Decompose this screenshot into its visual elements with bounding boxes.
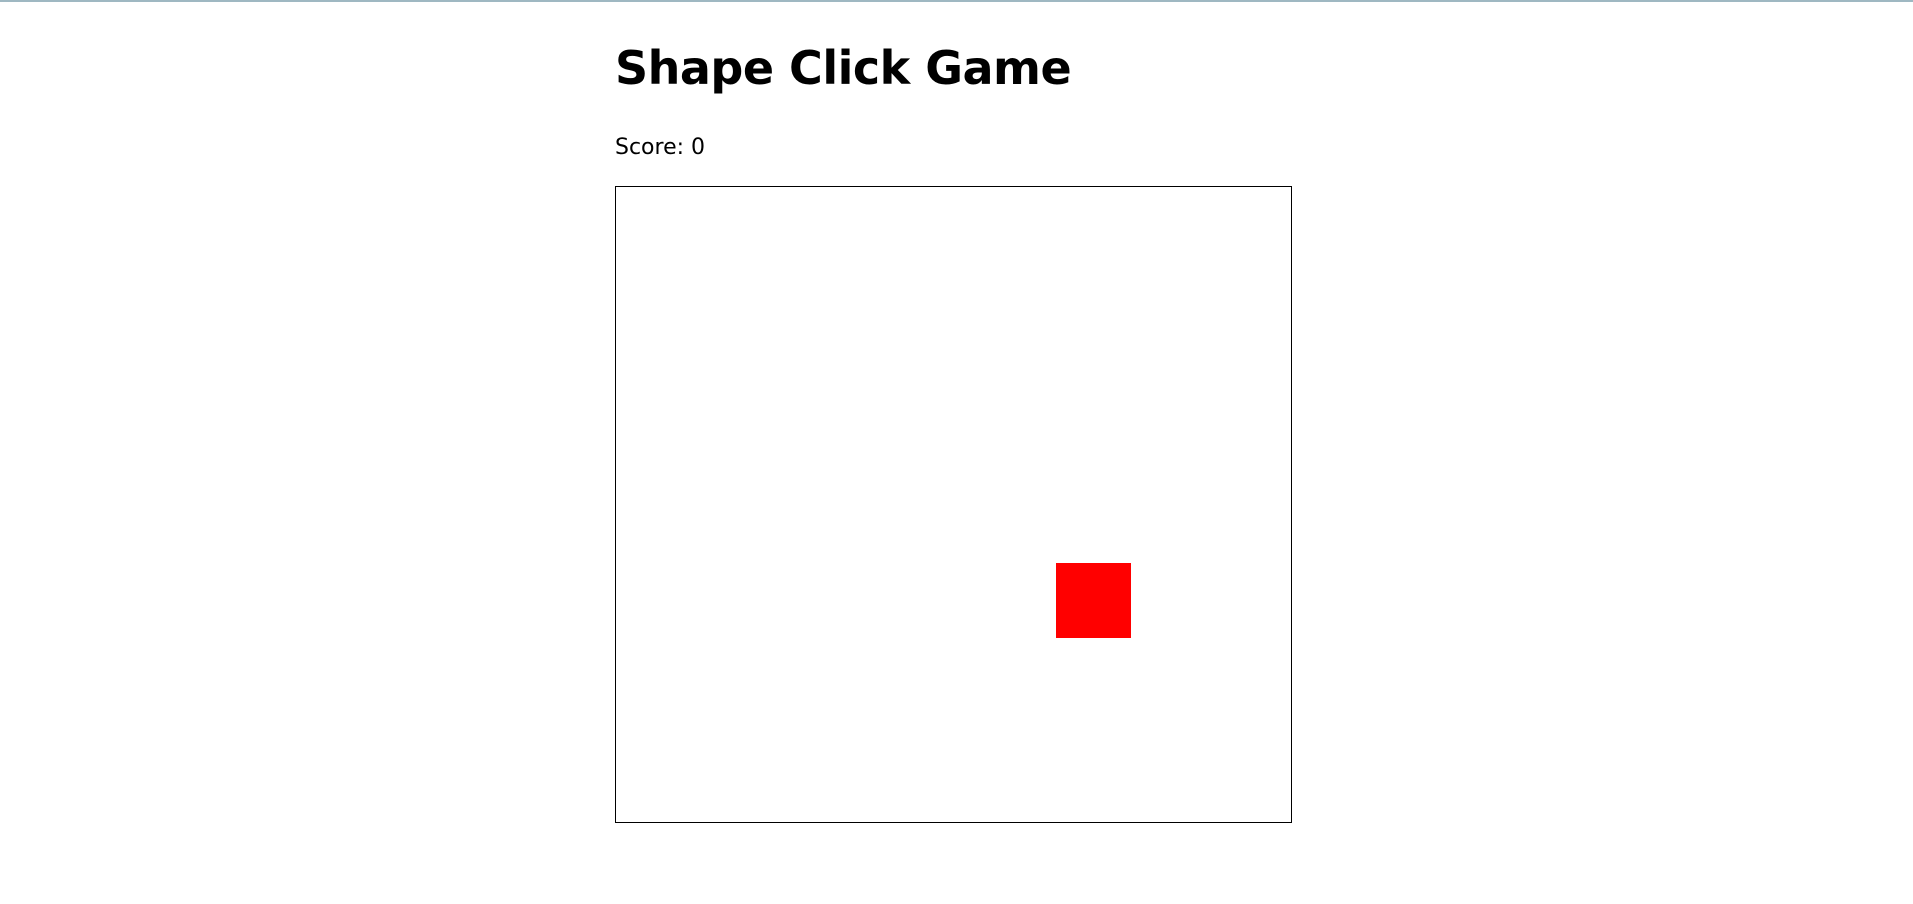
- score-display: Score: 0: [615, 134, 705, 162]
- target-square[interactable]: [1056, 563, 1131, 638]
- score-label: Score:: [615, 135, 685, 160]
- page-title: Shape Click Game: [615, 41, 1072, 95]
- score-value: 0: [691, 135, 706, 160]
- game-board[interactable]: [615, 186, 1292, 823]
- top-border-line: [0, 0, 1913, 2]
